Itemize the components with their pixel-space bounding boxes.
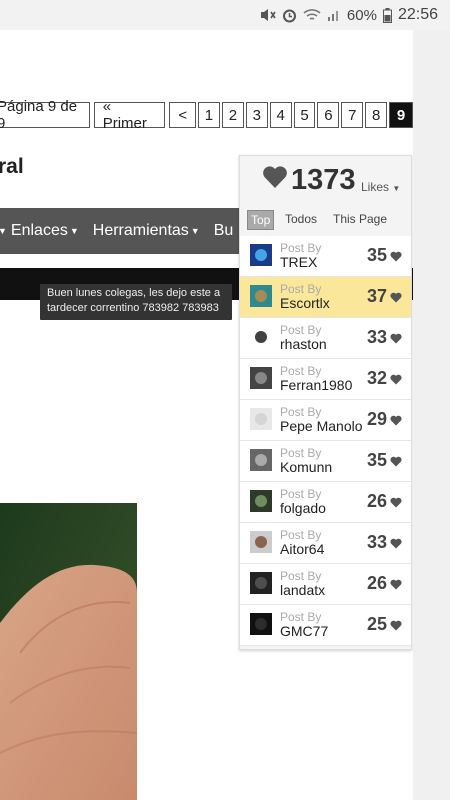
caret-down-icon: ▼ bbox=[392, 184, 401, 193]
page-8-button[interactable]: 8 bbox=[365, 102, 388, 128]
likes-row[interactable]: Post By Escortlx 37 bbox=[240, 277, 411, 318]
page-1-button[interactable]: 1 bbox=[198, 102, 220, 128]
username[interactable]: GMC77 bbox=[280, 624, 328, 639]
avatar[interactable] bbox=[250, 244, 272, 266]
prev-page-button[interactable]: < bbox=[169, 102, 197, 128]
post-image[interactable] bbox=[0, 503, 137, 800]
avatar[interactable] bbox=[250, 408, 272, 430]
caret-down-icon: ▼ bbox=[190, 226, 200, 236]
heart-icon bbox=[390, 456, 402, 467]
tab-this-page[interactable]: This Page bbox=[330, 210, 390, 228]
heart-icon bbox=[390, 333, 402, 344]
likes-row[interactable]: Post By Ferran1980 32 bbox=[240, 359, 411, 400]
likes-widget: 1373 Likes ▼ Top Todos This Page Post By… bbox=[239, 155, 412, 650]
likes-tabs: Top Todos This Page bbox=[240, 210, 411, 232]
heart-icon bbox=[390, 497, 402, 508]
like-count: 33 bbox=[366, 532, 387, 552]
post-by-label: Post By bbox=[280, 241, 322, 255]
username[interactable]: Aitor64 bbox=[280, 542, 324, 557]
likes-row[interactable]: Post By GMC77 25 bbox=[240, 605, 411, 646]
nav-item-bu[interactable]: Bu bbox=[214, 222, 234, 240]
nav-item-label: Herramientas bbox=[92, 222, 189, 239]
post-by-label: Post By bbox=[280, 323, 322, 337]
page-3-button[interactable]: 3 bbox=[245, 102, 268, 128]
avatar[interactable] bbox=[250, 613, 272, 635]
nav-item-enlaces[interactable]: Enlaces ▼ bbox=[11, 222, 79, 240]
username[interactable]: Ferran1980 bbox=[280, 378, 352, 393]
likes-label: Likes bbox=[361, 180, 390, 194]
post-by-label: Post By bbox=[280, 610, 322, 624]
page-title: ral bbox=[0, 155, 24, 178]
likes-row[interactable]: Post By Komunn 35 bbox=[240, 441, 411, 482]
post-by-label: Post By bbox=[280, 405, 322, 419]
likes-list: Post By TREX 35 Post By Escortlx 37 Post By rha… bbox=[240, 236, 411, 646]
heart-icon bbox=[390, 374, 402, 385]
like-count: 37 bbox=[366, 286, 387, 306]
like-count: 33 bbox=[366, 327, 387, 347]
tab-top[interactable]: Top bbox=[247, 210, 275, 230]
nav-item-label: Enlaces bbox=[10, 222, 68, 239]
caret-down-icon: ▼ bbox=[69, 226, 79, 236]
username[interactable]: Pepe Manolo bbox=[280, 419, 363, 434]
avatar[interactable] bbox=[250, 367, 272, 389]
username[interactable]: Komunn bbox=[280, 460, 332, 475]
like-count: 25 bbox=[366, 614, 387, 634]
likes-dropdown[interactable]: Likes ▼ bbox=[361, 180, 400, 194]
tab-todos[interactable]: Todos bbox=[282, 210, 320, 228]
post-by-label: Post By bbox=[280, 569, 322, 583]
heart-icon bbox=[390, 415, 402, 426]
likes-row[interactable]: Post By folgado 26 bbox=[240, 482, 411, 523]
heart-icon bbox=[390, 292, 402, 303]
page-6-button[interactable]: 6 bbox=[317, 102, 340, 128]
avatar[interactable] bbox=[250, 449, 272, 471]
heart-icon bbox=[390, 620, 402, 631]
heart-icon bbox=[390, 579, 402, 590]
username[interactable]: rhaston bbox=[280, 337, 327, 352]
like-count: 32 bbox=[366, 368, 387, 388]
heart-icon bbox=[390, 251, 402, 262]
likes-row[interactable]: Post By rhaston 33 bbox=[240, 318, 411, 359]
avatar[interactable] bbox=[250, 490, 272, 512]
like-count: 26 bbox=[366, 491, 387, 511]
post-tooltip: Buen lunes colegas, les dejo este a tard… bbox=[40, 284, 232, 320]
page-margin bbox=[413, 30, 450, 800]
pagination: Página 9 de 9 « Primer < 1 2 3 4 5 6 7 8… bbox=[0, 98, 413, 132]
avatar[interactable] bbox=[250, 326, 272, 348]
nav-bar: ▼ Enlaces ▼ Herramientas ▼ Bu bbox=[0, 208, 240, 254]
first-page-button[interactable]: « Primer bbox=[93, 98, 166, 132]
like-count: 29 bbox=[366, 409, 387, 429]
post-by-label: Post By bbox=[280, 446, 322, 460]
avatar[interactable] bbox=[250, 285, 272, 307]
username[interactable]: folgado bbox=[280, 501, 326, 516]
username[interactable]: TREX bbox=[280, 255, 317, 270]
likes-row[interactable]: Post By landatx 26 bbox=[240, 564, 411, 605]
page-5-button[interactable]: 5 bbox=[293, 102, 316, 128]
pagination-label: Página 9 de 9 bbox=[0, 98, 90, 132]
username[interactable]: Escortlx bbox=[280, 296, 330, 311]
likes-row[interactable]: Post By Aitor64 33 bbox=[240, 523, 411, 564]
like-count: 35 bbox=[366, 245, 387, 265]
page-2-button[interactable]: 2 bbox=[221, 102, 244, 128]
page-content: Página 9 de 9 « Primer < 1 2 3 4 5 6 7 8… bbox=[0, 0, 413, 800]
likes-row[interactable]: Post By Pepe Manolo 29 bbox=[240, 400, 411, 441]
avatar[interactable] bbox=[250, 572, 272, 594]
like-count: 35 bbox=[366, 450, 387, 470]
page-9-button-current[interactable]: 9 bbox=[389, 102, 413, 128]
likes-row[interactable]: Post By TREX 35 bbox=[240, 236, 411, 277]
like-count: 26 bbox=[366, 573, 387, 593]
post-by-label: Post By bbox=[280, 487, 322, 501]
post-by-label: Post By bbox=[280, 282, 322, 296]
heart-icon bbox=[263, 166, 287, 188]
username[interactable]: landatx bbox=[280, 583, 325, 598]
nav-item-herramientas[interactable]: Herramientas ▼ bbox=[93, 222, 200, 240]
nav-item-label: Bu bbox=[213, 222, 234, 239]
page-4-button[interactable]: 4 bbox=[269, 102, 292, 128]
nav-caret-icon: ▼ bbox=[0, 226, 7, 236]
post-by-label: Post By bbox=[280, 364, 322, 378]
avatar[interactable] bbox=[250, 531, 272, 553]
heart-icon bbox=[390, 538, 402, 549]
post-by-label: Post By bbox=[280, 528, 322, 542]
page-7-button[interactable]: 7 bbox=[341, 102, 364, 128]
likes-total: 1373 bbox=[291, 164, 356, 196]
